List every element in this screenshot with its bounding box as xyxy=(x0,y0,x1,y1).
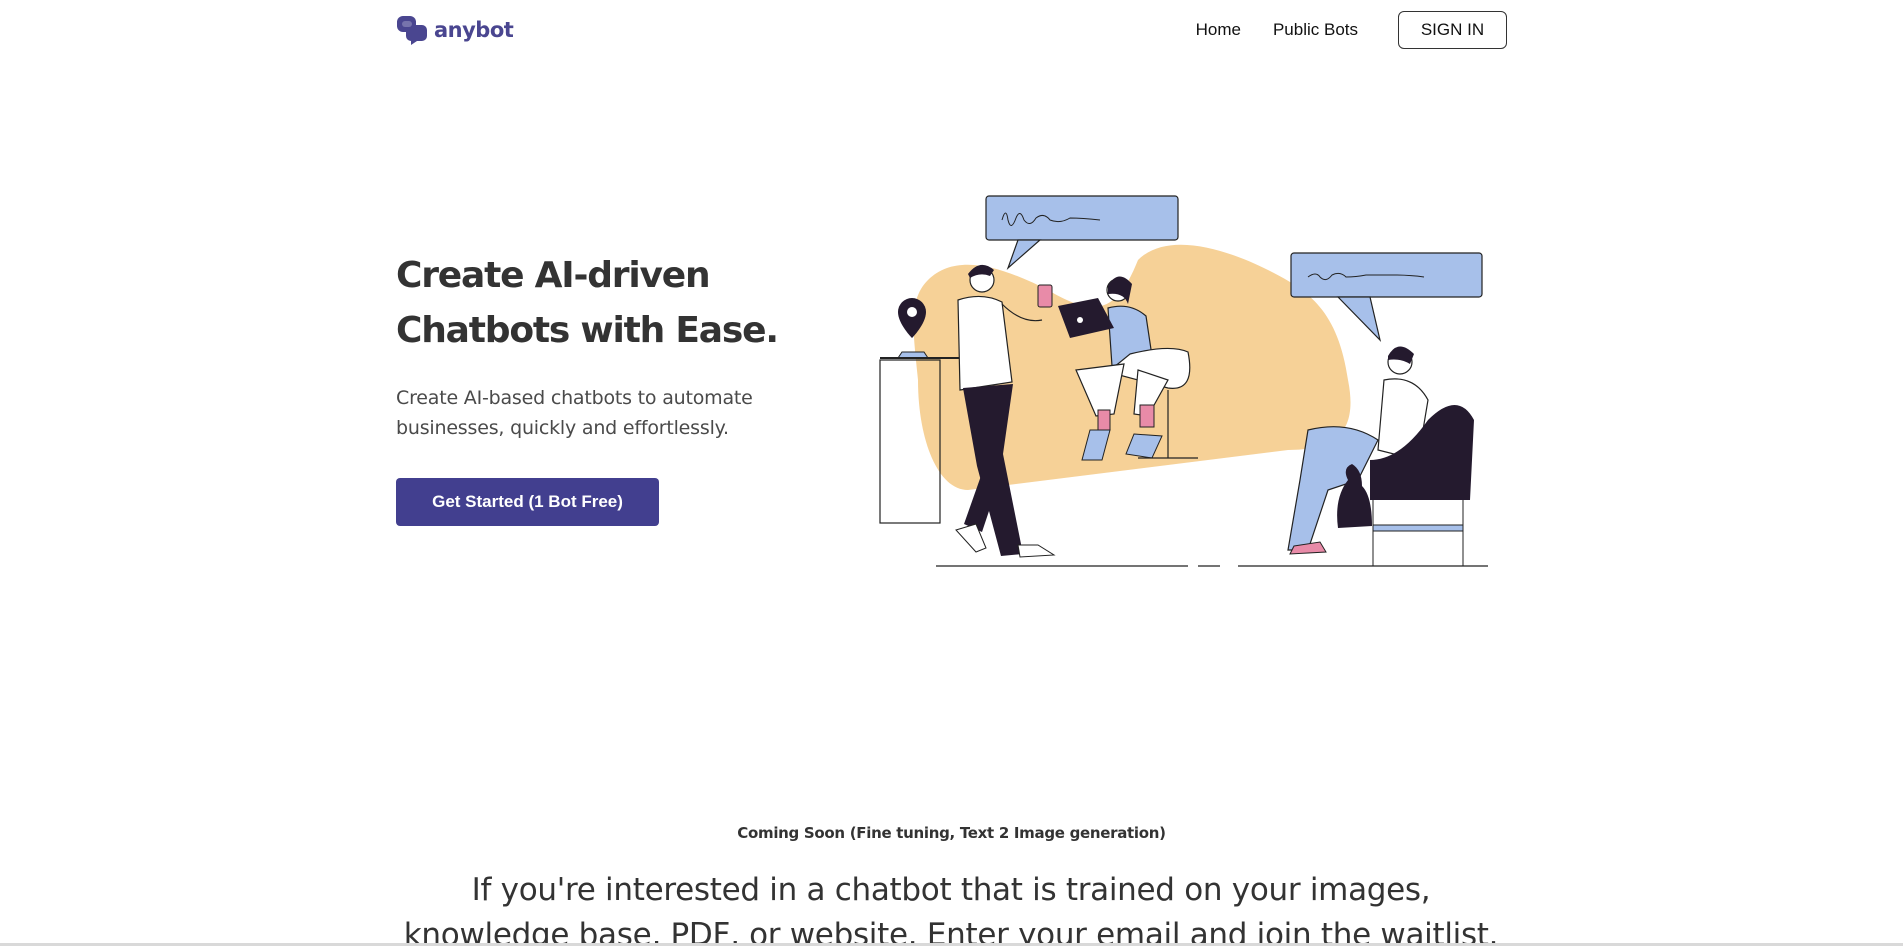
anybot-logo-icon xyxy=(397,16,427,45)
hero-illustration xyxy=(879,195,1488,567)
nav-home-link[interactable]: Home xyxy=(1196,20,1241,40)
hero-subtitle: Create AI-based chatbots to automate bus… xyxy=(396,387,753,439)
coffee-cup-icon xyxy=(1037,284,1053,308)
coming-soon-label: Coming Soon (Fine tuning, Text 2 Image g… xyxy=(737,824,1166,842)
get-started-button[interactable]: Get Started (1 Bot Free) xyxy=(396,478,659,526)
brand-name: anybot xyxy=(434,18,514,42)
waitlist-description: If you're interested in a chatbot that i… xyxy=(403,872,1499,946)
brand-logo-link[interactable]: anybot xyxy=(396,14,514,46)
sign-in-button[interactable]: SIGN IN xyxy=(1398,11,1507,49)
top-nav: Home Public Bots SIGN IN xyxy=(1196,11,1507,49)
nav-public-bots-link[interactable]: Public Bots xyxy=(1273,20,1358,40)
site-header: anybot Home Public Bots SIGN IN xyxy=(0,0,1903,60)
hero-title: Create AI-driven Chatbots with Ease. xyxy=(396,255,779,351)
